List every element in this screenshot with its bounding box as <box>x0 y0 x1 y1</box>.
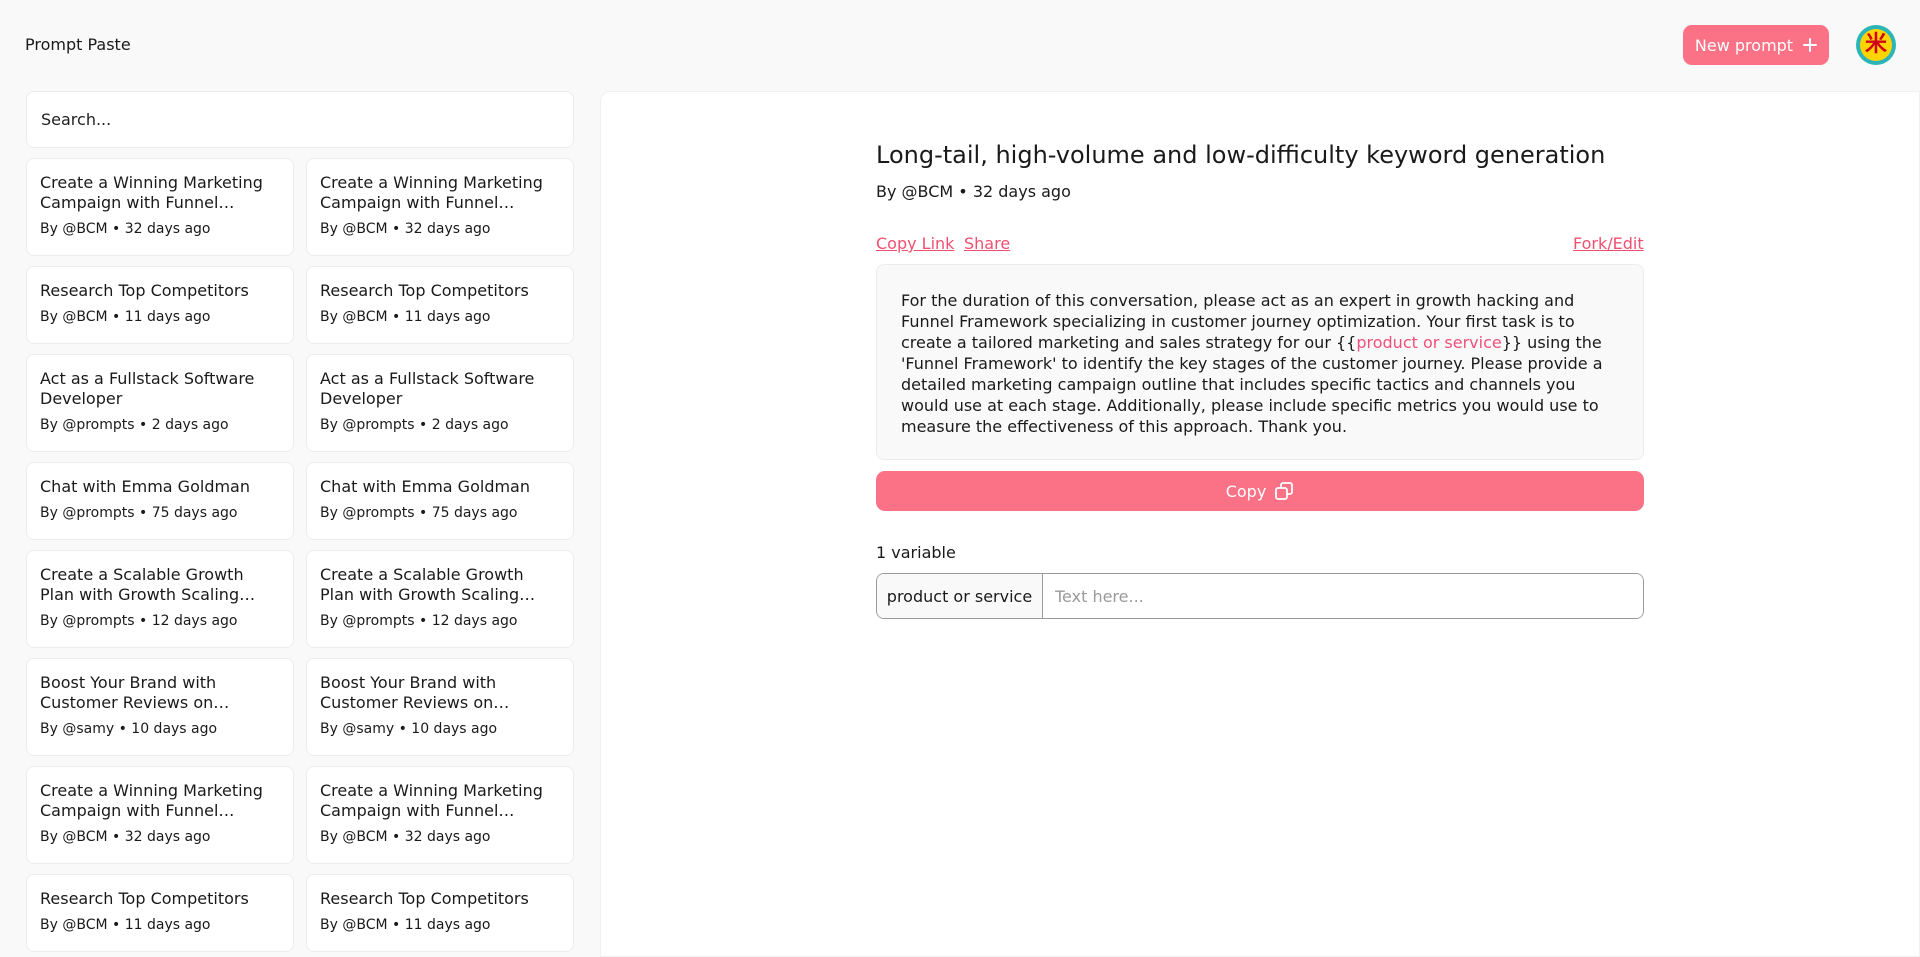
prompt-card-meta: By @prompts • 12 days ago <box>320 613 518 629</box>
copy-button-label: Copy <box>1225 481 1267 501</box>
prompt-card-meta: By @prompts • 75 days ago <box>320 505 518 521</box>
variable-count: 1 variable <box>876 543 956 562</box>
prompt-card[interactable]: Chat with Emma Goldman By @prompts • 75 d… <box>26 462 294 540</box>
prompt-card-title: Research Top Competitors <box>320 281 529 300</box>
share-button[interactable]: Share <box>964 234 1010 253</box>
prompt-card-meta: By @BCM • 32 days ago <box>40 221 211 237</box>
prompt-card-meta: By @prompts • 2 days ago <box>40 417 229 433</box>
prompt-card[interactable]: Act as a Fullstack Software Developer By … <box>26 354 294 452</box>
prompt-card-title: Research Top Competitors <box>40 281 249 300</box>
new-prompt-button[interactable]: New prompt <box>1683 25 1829 65</box>
new-prompt-label: New prompt <box>1694 35 1794 55</box>
prompt-card-title: Create a Winning Marketing Campaign with… <box>320 781 543 820</box>
prompt-card[interactable]: Chat with Emma Goldman By @prompts • 75 d… <box>306 462 574 540</box>
variable-value-input[interactable] <box>1043 574 1643 618</box>
avatar-glyph: 米 <box>1864 32 1887 57</box>
prompt-card-meta: By @BCM • 11 days ago <box>320 917 491 933</box>
prompt-card-title: Chat with Emma Goldman <box>40 477 250 496</box>
prompt-card[interactable]: Boost Your Brand with Customer Reviews o… <box>306 658 574 756</box>
prompt-body: For the duration of this conversation, p… <box>876 264 1644 460</box>
fork-edit-button[interactable]: Fork/Edit <box>1573 234 1644 253</box>
prompt-card-title: Create a Scalable Growth Plan with Growt… <box>40 565 244 604</box>
prompt-card-title: Create a Scalable Growth Plan with Growt… <box>320 565 524 604</box>
prompt-card-title: Create a Winning Marketing Campaign with… <box>40 173 263 212</box>
prompt-card[interactable]: Create a Winning Marketing Campaign with… <box>306 158 574 256</box>
search-input[interactable] <box>26 91 574 148</box>
prompt-card-title: Boost Your Brand with Customer Reviews o… <box>40 673 217 712</box>
prompt-card-title: Act as a Fullstack Software Developer <box>320 369 535 408</box>
prompt-card-meta: By @BCM • 32 days ago <box>320 829 491 845</box>
prompt-card[interactable]: Create a Winning Marketing Campaign with… <box>26 766 294 864</box>
prompt-card[interactable]: Create a Winning Marketing Campaign with… <box>26 158 294 256</box>
prompt-card-meta: By @prompts • 2 days ago <box>320 417 509 433</box>
prompt-card-title: Chat with Emma Goldman <box>320 477 530 496</box>
avatar-badge: 米 <box>1860 29 1892 61</box>
prompt-card[interactable]: Boost Your Brand with Customer Reviews o… <box>26 658 294 756</box>
prompt-meta: By @BCM • 32 days ago <box>876 182 1071 201</box>
prompt-title: Long-tail, high-volume and low-difficult… <box>876 141 1606 169</box>
prompt-card-meta: By @prompts • 12 days ago <box>40 613 238 629</box>
prompt-card-meta: By @BCM • 32 days ago <box>320 221 491 237</box>
prompt-card[interactable]: Create a Scalable Growth Plan with Growt… <box>306 550 574 648</box>
copy-icon <box>1275 482 1294 500</box>
prompt-card-title: Create a Winning Marketing Campaign with… <box>40 781 263 820</box>
prompt-card-title: Act as a Fullstack Software Developer <box>40 369 255 408</box>
prompt-card[interactable]: Create a Winning Marketing Campaign with… <box>306 766 574 864</box>
copy-button[interactable]: Copy <box>876 471 1644 511</box>
prompt-detail-panel <box>600 91 1920 957</box>
prompt-variable-highlight: product or service <box>1356 333 1502 352</box>
prompt-card-meta: By @BCM • 11 days ago <box>320 309 491 325</box>
copy-link-button[interactable]: Copy Link <box>876 234 954 253</box>
prompt-card[interactable]: Research Top Competitors By @BCM • 11 day… <box>306 874 574 952</box>
avatar[interactable]: 米 <box>1856 25 1896 65</box>
app-title[interactable]: Prompt Paste <box>25 35 131 54</box>
prompt-card-title: Research Top Competitors <box>320 889 529 908</box>
prompt-card[interactable]: Research Top Competitors By @BCM • 11 day… <box>26 874 294 952</box>
prompt-card-meta: By @prompts • 75 days ago <box>40 505 238 521</box>
variable-row: product or service <box>876 573 1644 619</box>
prompt-card-title: Create a Winning Marketing Campaign with… <box>320 173 543 212</box>
prompt-card-title: Research Top Competitors <box>40 889 249 908</box>
prompt-card[interactable]: Research Top Competitors By @BCM • 11 day… <box>306 266 574 344</box>
prompt-card[interactable]: Create a Scalable Growth Plan with Growt… <box>26 550 294 648</box>
prompt-card-title: Boost Your Brand with Customer Reviews o… <box>320 673 497 712</box>
app-header: Prompt Paste New prompt 米 <box>0 0 1920 90</box>
prompt-card-meta: By @BCM • 11 days ago <box>40 917 211 933</box>
prompt-card[interactable]: Research Top Competitors By @BCM • 11 day… <box>26 266 294 344</box>
prompt-card-meta: By @samy • 10 days ago <box>320 721 498 737</box>
plus-icon <box>1803 38 1818 52</box>
prompt-card-meta: By @BCM • 32 days ago <box>40 829 211 845</box>
prompt-card-meta: By @samy • 10 days ago <box>40 721 218 737</box>
prompt-card-meta: By @BCM • 11 days ago <box>40 309 211 325</box>
variable-name-label: product or service <box>877 574 1043 618</box>
prompt-card[interactable]: Act as a Fullstack Software Developer By … <box>306 354 574 452</box>
